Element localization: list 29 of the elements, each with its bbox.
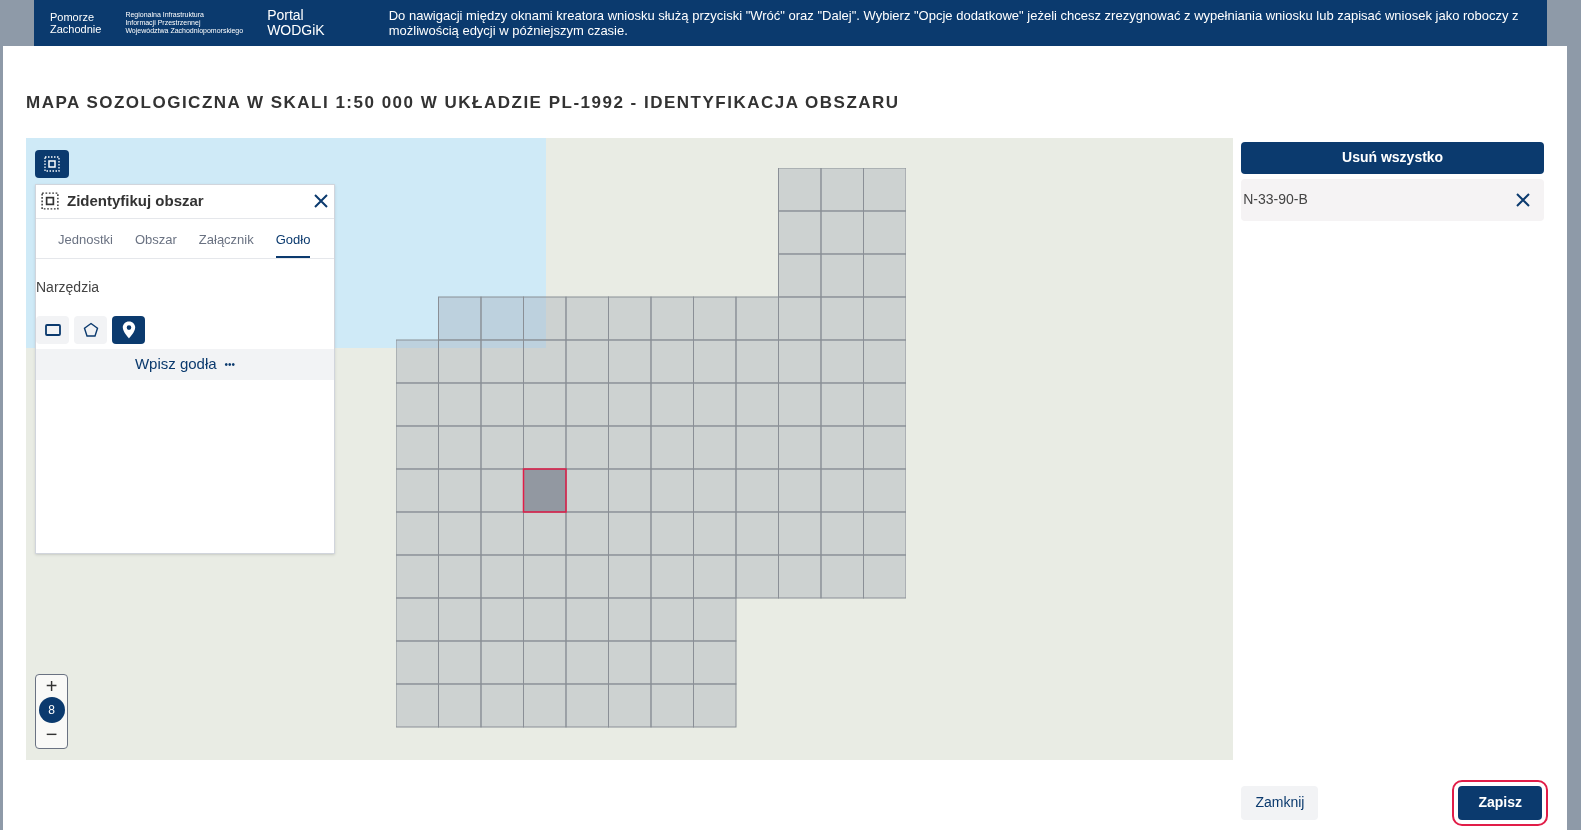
panel-tab[interactable]: Godło — [275, 230, 311, 258]
panel-title: Zidentyfikuj obszar — [67, 190, 204, 211]
enter-sheet-codes-button[interactable]: Wpisz godła ••• — [36, 348, 334, 380]
drawing-tool-button[interactable] — [36, 315, 69, 344]
map-pin-icon — [121, 320, 136, 339]
area-select-button[interactable] — [35, 149, 69, 178]
remove-icon[interactable] — [1516, 192, 1530, 207]
panel-tab[interactable]: Załącznik — [198, 230, 254, 258]
pentagon-icon — [82, 321, 99, 338]
dialog-title: MAPA SOZOLOGICZNA W SKALI 1:50 000 W UKŁADZIE PL-1992 - IDENTYFIKACJA OBSZARU — [26, 92, 901, 114]
zoom-out-button[interactable]: − — [45, 722, 58, 745]
area-select-icon — [41, 192, 59, 210]
portal-title: Portal WODGiK — [267, 8, 325, 38]
more-icon: ••• — [224, 356, 236, 372]
sheet-code: N-33-90-B — [1243, 190, 1308, 209]
panel-tab[interactable]: Obszar — [134, 230, 177, 258]
area-select-icon — [44, 155, 60, 172]
close-button[interactable]: Zamknij — [1241, 785, 1319, 820]
logo-text: Pomorze Zachodnie — [50, 11, 102, 35]
zoom-in-button[interactable]: + — [45, 674, 58, 697]
remove-all-button[interactable]: Usuń wszystko — [1241, 141, 1544, 174]
zoom-level: 8 — [38, 696, 65, 723]
rectangle-icon — [44, 323, 61, 336]
drawing-tool-button[interactable] — [112, 315, 145, 344]
navigation-notice: Do nawigacji między oknami kreatora wniosku służą przyciski "Wróć" oraz "Dalej". Wybierz "Opcje dodatkowe" jeżeli chcesz zrezygnować z wypełniania wniosku lub zapisać wniosek jako roboczy z możliwością edycji w późniejszym czasie. — [388, 8, 1520, 38]
panel-tab[interactable]: Jednostki — [58, 230, 113, 258]
drawing-tool-button[interactable] — [74, 315, 107, 344]
close-icon[interactable] — [313, 193, 329, 209]
section-label: Narzędzia — [36, 277, 101, 297]
